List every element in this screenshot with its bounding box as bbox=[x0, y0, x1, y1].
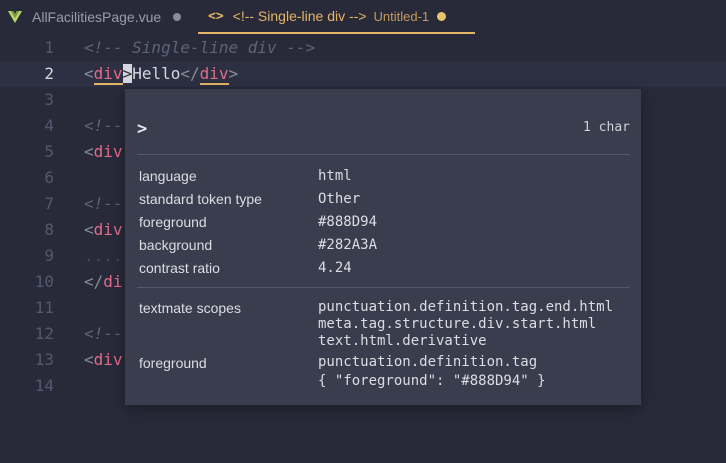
line-number: 1 bbox=[44, 38, 54, 57]
code-content: <div bbox=[84, 139, 123, 165]
line-number: 13 bbox=[34, 350, 54, 369]
row-label-background: background bbox=[139, 237, 213, 253]
end-tag-close-bracket: > bbox=[228, 64, 239, 83]
tab-subtitle: Untitled-1 bbox=[373, 8, 430, 24]
tag-open-bracket: < bbox=[84, 64, 94, 83]
tab-title: AllFacilitiesPage.vue bbox=[32, 9, 162, 25]
vue-file-icon bbox=[8, 11, 22, 23]
line-number: 14 bbox=[34, 376, 54, 395]
divider bbox=[137, 154, 630, 155]
row-value-language: html bbox=[318, 168, 352, 184]
tab-allfacilitiespage[interactable]: AllFacilitiesPage.vue bbox=[8, 0, 194, 34]
html-comment: <!-- Single-line div --> bbox=[84, 38, 316, 57]
row-label-token-type: standard token type bbox=[139, 191, 262, 207]
line-number: 3 bbox=[44, 90, 54, 109]
tag-name: div bbox=[93, 350, 123, 369]
tag-open-bracket: </ bbox=[84, 272, 104, 291]
line-number: 4 bbox=[44, 116, 54, 135]
inspect-tokens-hover: > 1 char language html standard token ty… bbox=[125, 89, 641, 405]
row-value-foreground: #888D94 bbox=[318, 214, 378, 230]
code-line-current[interactable]: 2 <div>Hello</div> bbox=[0, 61, 726, 87]
unsaved-dot-icon bbox=[173, 13, 182, 21]
theme-rule-selector: punctuation.definition.tag bbox=[318, 354, 538, 370]
textmate-scope-2: meta.tag.structure.div.start.html bbox=[318, 316, 597, 332]
line-number: 12 bbox=[34, 324, 54, 343]
line-number: 2 bbox=[44, 64, 54, 83]
theme-rule-setting: { "foreground": "#888D94" } bbox=[318, 373, 546, 389]
row-label-language: language bbox=[139, 168, 197, 184]
tab-bar: AllFacilitiesPage.vue <> <!-- Single-lin… bbox=[0, 0, 726, 34]
line-number: 11 bbox=[34, 298, 54, 317]
tag-name: div bbox=[93, 220, 123, 239]
row-value-contrast-ratio: 4.24 bbox=[318, 260, 352, 276]
html-code-icon: <> bbox=[208, 8, 224, 24]
line-number: 6 bbox=[44, 168, 54, 187]
selected-tag-close-bracket: > bbox=[122, 64, 133, 83]
line-number: 7 bbox=[44, 194, 54, 213]
code-content: </di bbox=[84, 269, 123, 295]
code-line[interactable]: 1 <!-- Single-line div --> bbox=[0, 35, 726, 61]
code-content: <div bbox=[84, 217, 123, 243]
row-label-textmate-scopes: textmate scopes bbox=[139, 300, 241, 316]
row-label-theme-foreground: foreground bbox=[139, 355, 207, 371]
row-value-background: #282A3A bbox=[318, 237, 378, 253]
code-content: <div>Hello</div> bbox=[84, 61, 238, 87]
row-value-token-type: Other bbox=[318, 191, 361, 207]
code-content: <div bbox=[84, 347, 123, 373]
tag-open-bracket: < bbox=[84, 220, 94, 239]
whitespace-dots: .... bbox=[84, 246, 123, 265]
tag-name: di bbox=[103, 272, 123, 291]
line-number: 8 bbox=[44, 220, 54, 239]
text-content: Hello bbox=[132, 64, 181, 83]
unsaved-dot-icon bbox=[437, 11, 447, 21]
tab-title: <!-- Single-line div --> bbox=[232, 8, 367, 24]
html-comment: <!-- bbox=[84, 116, 123, 135]
tag-name: div bbox=[93, 64, 123, 85]
row-label-foreground: foreground bbox=[139, 214, 207, 230]
tag-open-bracket: < bbox=[84, 350, 94, 369]
inspected-char: > bbox=[137, 119, 148, 139]
tag-open-bracket: < bbox=[84, 142, 94, 161]
tag-name: div bbox=[93, 142, 123, 161]
html-comment: <!-- bbox=[84, 324, 123, 343]
line-number: 9 bbox=[44, 246, 54, 265]
line-number: 5 bbox=[44, 142, 54, 161]
end-tag-open-bracket: </ bbox=[180, 64, 200, 83]
row-label-contrast-ratio: contrast ratio bbox=[139, 260, 220, 276]
textmate-scope-3: text.html.derivative bbox=[318, 333, 487, 349]
divider bbox=[137, 287, 630, 288]
end-tag-name: div bbox=[199, 64, 229, 85]
html-comment: <!-- bbox=[84, 194, 123, 213]
tab-untitled-1[interactable]: <> <!-- Single-line div --> Untitled-1 bbox=[198, 0, 475, 34]
line-number: 10 bbox=[34, 272, 54, 291]
textmate-scope-1: punctuation.definition.tag.end.html bbox=[318, 299, 614, 315]
char-count: 1 char bbox=[583, 120, 630, 135]
